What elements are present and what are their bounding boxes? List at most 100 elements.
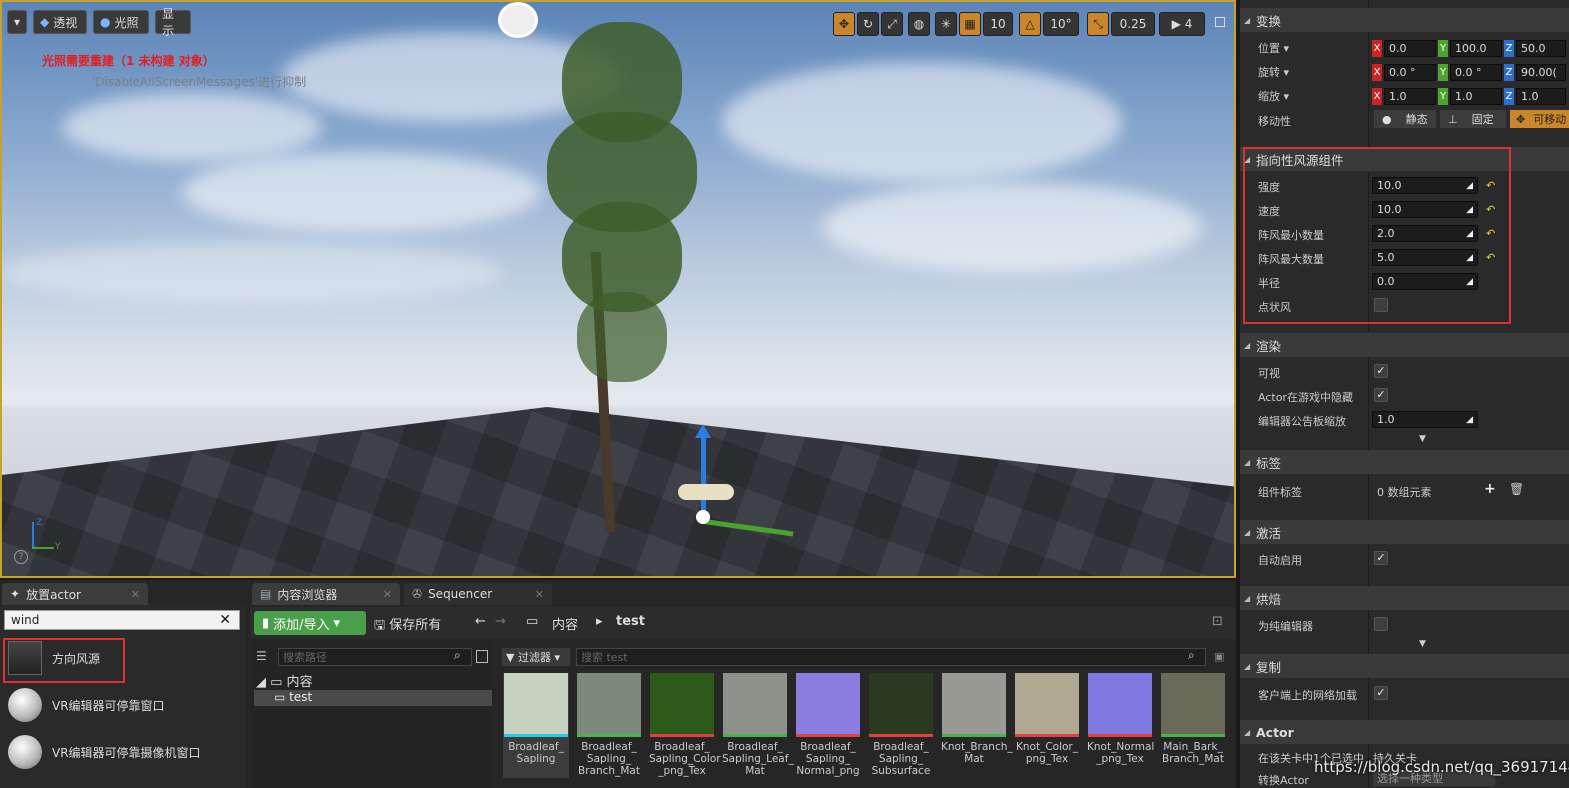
sources-toggle-icon[interactable]: ☰ (256, 649, 267, 663)
min-gust-field[interactable]: 2.0 (1372, 225, 1478, 242)
save-search-icon[interactable]: ▣ (1214, 650, 1224, 663)
asset-tile[interactable]: Broadleaf_ Sapling (503, 673, 569, 778)
scale-label[interactable]: 缩放 ▾ (1258, 88, 1289, 104)
close-icon[interactable]: ✕ (131, 588, 140, 601)
close-icon[interactable]: ✕ (383, 588, 392, 601)
trash-icon[interactable]: 🗑 (1509, 482, 1524, 496)
strength-field[interactable]: 10.0 (1372, 177, 1478, 194)
tab-place-actor[interactable]: ✦ 放置actor ✕ (2, 583, 148, 605)
asset-search-input[interactable]: 搜索 test (576, 648, 1206, 666)
filters-button[interactable]: ▼ 过滤器 ▾ (502, 648, 570, 666)
asset-thumbnail (942, 673, 1006, 737)
location-label[interactable]: 位置 ▾ (1258, 40, 1289, 56)
reset-icon[interactable]: ↶ (1486, 251, 1495, 264)
tree-item-content[interactable]: ◢ ▭ 内容 (256, 671, 313, 690)
close-icon[interactable]: ✕ (535, 588, 544, 601)
tree-item-test[interactable]: ▭ test (254, 690, 492, 706)
section-tags[interactable]: 标签 (1240, 450, 1569, 474)
reset-icon[interactable]: ↶ (1486, 179, 1495, 192)
reset-icon[interactable]: ↶ (1486, 227, 1495, 240)
expand-advanced-icon[interactable]: ▼ (1419, 639, 1426, 649)
visible-checkbox[interactable]: ✓ (1374, 364, 1388, 378)
section-replication[interactable]: 复制 (1240, 654, 1569, 678)
wind-actor-icon[interactable] (678, 484, 734, 500)
path-search-input[interactable]: 搜索路径 (278, 648, 472, 666)
rotation-x-field[interactable]: 0.0 ° (1384, 64, 1436, 81)
asset-tile[interactable]: Knot_Color_ png_Tex (1014, 673, 1080, 778)
scale-snap-toggle[interactable]: ⤡ (1087, 12, 1109, 36)
lock-icon[interactable]: ⊡ (1212, 614, 1223, 629)
location-y-field[interactable]: 100.0 (1450, 40, 1502, 57)
tab-content-browser[interactable]: ▤ 内容浏览器 ✕ (252, 583, 400, 605)
net-load-checkbox[interactable]: ✓ (1374, 686, 1388, 700)
location-z-field[interactable]: 50.0 (1516, 40, 1566, 57)
point-wind-checkbox[interactable] (1374, 298, 1388, 312)
mobility-stationary-button[interactable]: ⊥ 固定 (1440, 110, 1506, 128)
translate-mode-button[interactable]: ✥ (833, 12, 855, 36)
save-all-button[interactable]: 🖫 保存所有 (374, 614, 441, 638)
section-activation[interactable]: 激活 (1240, 520, 1569, 544)
section-actor[interactable]: Actor (1240, 720, 1569, 744)
expand-advanced-icon[interactable]: ▼ (1419, 434, 1426, 444)
grid-snap-value[interactable]: 10 (983, 12, 1013, 36)
viewport-options-button[interactable]: ▾ (7, 10, 27, 34)
speed-field[interactable]: 10.0 (1372, 201, 1478, 218)
camera-speed-button[interactable]: ▶ 4 (1159, 12, 1205, 36)
forward-button[interactable]: → (495, 614, 506, 629)
add-import-button[interactable]: ▮ 添加/导入 ▾ (254, 611, 366, 635)
asset-tile[interactable]: Broadleaf_ Sapling_ Normal_png (795, 673, 861, 778)
billboard-scale-field[interactable]: 1.0 (1372, 411, 1478, 428)
asset-tile[interactable]: Broadleaf_ Sapling_ Branch_Mat (576, 673, 642, 778)
rotation-snap-toggle[interactable]: △ (1019, 12, 1041, 36)
section-rendering[interactable]: 渲染 (1240, 333, 1569, 357)
add-element-icon[interactable]: + (1484, 481, 1496, 497)
tab-sequencer[interactable]: ✇ Sequencer ✕ (404, 583, 552, 605)
max-gust-field[interactable]: 5.0 (1372, 249, 1478, 266)
list-item-vr-dock-camera[interactable]: VR编辑器可停靠摄像机窗口 (4, 730, 242, 774)
rotate-mode-button[interactable]: ↻ (857, 12, 879, 36)
asset-tile[interactable]: Knot_Branch_ Mat (941, 673, 1013, 778)
perspective-button[interactable]: ◆ 透视 (33, 10, 87, 34)
breadcrumb-content[interactable]: 内容 (552, 614, 578, 633)
asset-tile[interactable]: Broadleaf_ Sapling_Color _png_Tex (649, 673, 721, 778)
world-local-toggle[interactable]: ◍ (908, 12, 930, 36)
rotation-z-field[interactable]: 90.00( (1516, 64, 1566, 81)
rotation-snap-value[interactable]: 10° (1043, 12, 1079, 36)
help-icon[interactable]: ? (14, 550, 28, 564)
asset-tile[interactable]: Broadleaf_ Sapling_Leaf_ Mat (722, 673, 794, 778)
section-transform[interactable]: 变换 (1240, 8, 1569, 32)
scale-mode-button[interactable]: ⤢ (881, 12, 903, 36)
editor-only-label: 为纯编辑器 (1258, 620, 1313, 633)
editor-only-checkbox[interactable] (1374, 617, 1388, 631)
show-button[interactable]: 显示 (155, 7, 191, 38)
mobility-static-button[interactable]: ● 静态 (1374, 110, 1436, 128)
asset-tile[interactable]: Knot_Normal _png_Tex (1087, 673, 1154, 778)
scale-snap-value[interactable]: 0.25 (1111, 12, 1155, 36)
radius-field[interactable]: 0.0 (1372, 273, 1478, 290)
reset-icon[interactable]: ↶ (1486, 203, 1495, 216)
place-actor-search-input[interactable]: wind ✕ (4, 610, 240, 630)
directional-light-icon[interactable] (498, 2, 538, 38)
auto-activate-checkbox[interactable]: ✓ (1374, 551, 1388, 565)
scale-y-field[interactable]: 1.0 (1450, 88, 1502, 105)
surface-snap-button[interactable]: ✳ (935, 12, 957, 36)
section-cooking[interactable]: 烘焙 (1240, 586, 1569, 610)
asset-tile[interactable]: Main_Bark_ Branch_Mat (1160, 673, 1226, 778)
scale-z-field[interactable]: 1.0 (1516, 88, 1566, 105)
view-options-icon[interactable] (476, 650, 488, 663)
level-viewport[interactable]: ▾ ◆ 透视 ● 光照 显示 光照需要重建（1 未构建 对象） 'Disable… (0, 0, 1236, 578)
breadcrumb-test[interactable]: test (616, 614, 645, 629)
mobility-movable-button[interactable]: ✥ 可移动 (1510, 110, 1569, 128)
rotation-label[interactable]: 旋转 ▾ (1258, 64, 1289, 80)
lighting-mode-button[interactable]: ● 光照 (93, 10, 149, 34)
maximize-viewport-icon[interactable] (1215, 17, 1225, 27)
grid-snap-toggle[interactable]: ▦ (959, 12, 981, 36)
list-item-vr-dock-window[interactable]: VR编辑器可停靠窗口 (4, 683, 242, 727)
rotation-y-field[interactable]: 0.0 ° (1450, 64, 1502, 81)
clear-search-icon[interactable]: ✕ (219, 612, 231, 628)
asset-tile[interactable]: Broadleaf_ Sapling_ Subsurface (868, 673, 934, 778)
back-button[interactable]: ← (475, 614, 486, 629)
scale-x-field[interactable]: 1.0 (1384, 88, 1436, 105)
location-x-field[interactable]: 0.0 (1384, 40, 1436, 57)
hidden-in-game-checkbox[interactable]: ✓ (1374, 388, 1388, 402)
